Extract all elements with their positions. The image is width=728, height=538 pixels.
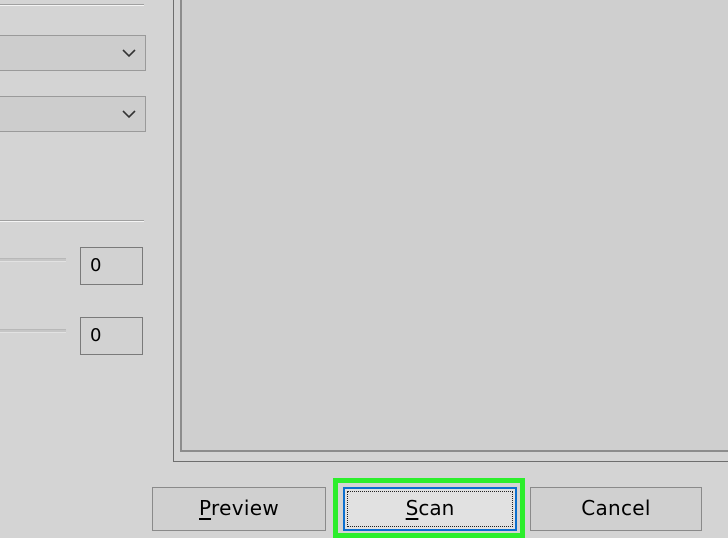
- chevron-down-icon: [122, 49, 136, 58]
- scan-button[interactable]: Scan: [343, 487, 517, 531]
- cancel-button[interactable]: Cancel: [530, 487, 702, 531]
- scan-preview-area: [173, 0, 728, 462]
- scan-preview-canvas: [180, 0, 728, 452]
- contrast-slider[interactable]: [0, 329, 66, 333]
- section-divider: [0, 220, 144, 222]
- preview-button[interactable]: Preview: [152, 487, 326, 531]
- preview-label-rest: review: [211, 496, 279, 520]
- chevron-down-icon: [122, 110, 136, 119]
- dropdown-1[interactable]: [0, 35, 146, 71]
- brightness-slider[interactable]: [0, 258, 66, 262]
- dropdown-2[interactable]: [0, 96, 146, 132]
- scan-mnemonic: S: [405, 496, 419, 520]
- cancel-label: Cancel: [581, 496, 651, 520]
- brightness-field[interactable]: 0: [80, 247, 143, 285]
- preview-mnemonic: P: [199, 496, 212, 520]
- section-divider-top: [0, 4, 144, 6]
- scan-label-rest: can: [418, 496, 455, 520]
- contrast-field[interactable]: 0: [80, 317, 143, 355]
